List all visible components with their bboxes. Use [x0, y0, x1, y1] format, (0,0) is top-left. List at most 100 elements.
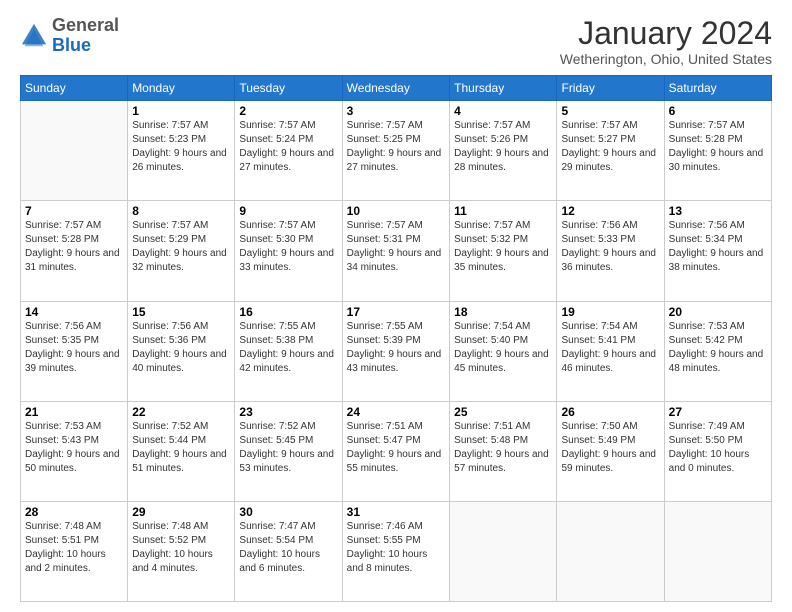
day-info: Sunrise: 7:52 AMSunset: 5:45 PMDaylight:… — [239, 420, 337, 476]
cell-w4-d2: 30Sunrise: 7:47 AMSunset: 5:54 PMDayligh… — [235, 501, 342, 601]
cell-w2-d1: 15Sunrise: 7:56 AMSunset: 5:36 PMDayligh… — [128, 301, 235, 401]
week-row-3: 14Sunrise: 7:56 AMSunset: 5:35 PMDayligh… — [21, 301, 772, 401]
day-info: Sunrise: 7:57 AMSunset: 5:28 PMDaylight:… — [669, 119, 767, 175]
cell-w1-d3: 10Sunrise: 7:57 AMSunset: 5:31 PMDayligh… — [342, 201, 450, 301]
day-number: 13 — [669, 204, 767, 218]
day-number: 29 — [132, 505, 230, 519]
day-info: Sunrise: 7:47 AMSunset: 5:54 PMDaylight:… — [239, 520, 337, 576]
day-info: Sunrise: 7:54 AMSunset: 5:40 PMDaylight:… — [454, 320, 552, 376]
cell-w0-d1: 1Sunrise: 7:57 AMSunset: 5:23 PMDaylight… — [128, 101, 235, 201]
cell-w1-d5: 12Sunrise: 7:56 AMSunset: 5:33 PMDayligh… — [557, 201, 664, 301]
day-number: 3 — [347, 104, 446, 118]
day-info: Sunrise: 7:57 AMSunset: 5:29 PMDaylight:… — [132, 219, 230, 275]
week-row-2: 7Sunrise: 7:57 AMSunset: 5:28 PMDaylight… — [21, 201, 772, 301]
page: General Blue January 2024 Wetherington, … — [0, 0, 792, 612]
week-row-1: 1Sunrise: 7:57 AMSunset: 5:23 PMDaylight… — [21, 101, 772, 201]
day-info: Sunrise: 7:54 AMSunset: 5:41 PMDaylight:… — [561, 320, 659, 376]
cell-w3-d6: 27Sunrise: 7:49 AMSunset: 5:50 PMDayligh… — [664, 401, 771, 501]
day-number: 8 — [132, 204, 230, 218]
day-info: Sunrise: 7:51 AMSunset: 5:48 PMDaylight:… — [454, 420, 552, 476]
header: General Blue January 2024 Wetherington, … — [20, 16, 772, 67]
day-number: 22 — [132, 405, 230, 419]
week-row-4: 21Sunrise: 7:53 AMSunset: 5:43 PMDayligh… — [21, 401, 772, 501]
day-info: Sunrise: 7:46 AMSunset: 5:55 PMDaylight:… — [347, 520, 446, 576]
day-info: Sunrise: 7:53 AMSunset: 5:42 PMDaylight:… — [669, 320, 767, 376]
day-info: Sunrise: 7:49 AMSunset: 5:50 PMDaylight:… — [669, 420, 767, 476]
logo: General Blue — [20, 16, 119, 56]
cell-w4-d6 — [664, 501, 771, 601]
day-number: 23 — [239, 405, 337, 419]
cell-w4-d5 — [557, 501, 664, 601]
cell-w1-d4: 11Sunrise: 7:57 AMSunset: 5:32 PMDayligh… — [450, 201, 557, 301]
day-number: 19 — [561, 305, 659, 319]
cell-w1-d2: 9Sunrise: 7:57 AMSunset: 5:30 PMDaylight… — [235, 201, 342, 301]
cell-w3-d0: 21Sunrise: 7:53 AMSunset: 5:43 PMDayligh… — [21, 401, 128, 501]
day-number: 1 — [132, 104, 230, 118]
col-wednesday: Wednesday — [342, 76, 450, 101]
day-info: Sunrise: 7:55 AMSunset: 5:39 PMDaylight:… — [347, 320, 446, 376]
day-number: 24 — [347, 405, 446, 419]
day-info: Sunrise: 7:57 AMSunset: 5:24 PMDaylight:… — [239, 119, 337, 175]
col-monday: Monday — [128, 76, 235, 101]
day-number: 28 — [25, 505, 123, 519]
day-number: 18 — [454, 305, 552, 319]
day-info: Sunrise: 7:56 AMSunset: 5:35 PMDaylight:… — [25, 320, 123, 376]
day-number: 15 — [132, 305, 230, 319]
day-info: Sunrise: 7:56 AMSunset: 5:33 PMDaylight:… — [561, 219, 659, 275]
cell-w0-d0 — [21, 101, 128, 201]
calendar-table: Sunday Monday Tuesday Wednesday Thursday… — [20, 75, 772, 602]
day-info: Sunrise: 7:57 AMSunset: 5:32 PMDaylight:… — [454, 219, 552, 275]
col-thursday: Thursday — [450, 76, 557, 101]
cell-w2-d0: 14Sunrise: 7:56 AMSunset: 5:35 PMDayligh… — [21, 301, 128, 401]
day-info: Sunrise: 7:57 AMSunset: 5:28 PMDaylight:… — [25, 219, 123, 275]
day-info: Sunrise: 7:56 AMSunset: 5:34 PMDaylight:… — [669, 219, 767, 275]
day-number: 14 — [25, 305, 123, 319]
col-saturday: Saturday — [664, 76, 771, 101]
cell-w3-d2: 23Sunrise: 7:52 AMSunset: 5:45 PMDayligh… — [235, 401, 342, 501]
cell-w4-d1: 29Sunrise: 7:48 AMSunset: 5:52 PMDayligh… — [128, 501, 235, 601]
day-info: Sunrise: 7:48 AMSunset: 5:51 PMDaylight:… — [25, 520, 123, 576]
cell-w3-d5: 26Sunrise: 7:50 AMSunset: 5:49 PMDayligh… — [557, 401, 664, 501]
day-info: Sunrise: 7:57 AMSunset: 5:30 PMDaylight:… — [239, 219, 337, 275]
day-number: 21 — [25, 405, 123, 419]
logo-blue-text: Blue — [52, 35, 91, 55]
day-info: Sunrise: 7:53 AMSunset: 5:43 PMDaylight:… — [25, 420, 123, 476]
day-number: 10 — [347, 204, 446, 218]
week-row-5: 28Sunrise: 7:48 AMSunset: 5:51 PMDayligh… — [21, 501, 772, 601]
title-section: January 2024 Wetherington, Ohio, United … — [560, 16, 772, 67]
cell-w0-d3: 3Sunrise: 7:57 AMSunset: 5:25 PMDaylight… — [342, 101, 450, 201]
cell-w3-d3: 24Sunrise: 7:51 AMSunset: 5:47 PMDayligh… — [342, 401, 450, 501]
cell-w1-d0: 7Sunrise: 7:57 AMSunset: 5:28 PMDaylight… — [21, 201, 128, 301]
header-row: Sunday Monday Tuesday Wednesday Thursday… — [21, 76, 772, 101]
day-info: Sunrise: 7:57 AMSunset: 5:27 PMDaylight:… — [561, 119, 659, 175]
logo-icon — [20, 22, 48, 50]
day-number: 27 — [669, 405, 767, 419]
location: Wetherington, Ohio, United States — [560, 51, 772, 67]
cell-w2-d4: 18Sunrise: 7:54 AMSunset: 5:40 PMDayligh… — [450, 301, 557, 401]
day-number: 12 — [561, 204, 659, 218]
day-number: 26 — [561, 405, 659, 419]
cell-w2-d3: 17Sunrise: 7:55 AMSunset: 5:39 PMDayligh… — [342, 301, 450, 401]
col-friday: Friday — [557, 76, 664, 101]
day-number: 25 — [454, 405, 552, 419]
day-info: Sunrise: 7:50 AMSunset: 5:49 PMDaylight:… — [561, 420, 659, 476]
col-sunday: Sunday — [21, 76, 128, 101]
day-info: Sunrise: 7:55 AMSunset: 5:38 PMDaylight:… — [239, 320, 337, 376]
day-info: Sunrise: 7:56 AMSunset: 5:36 PMDaylight:… — [132, 320, 230, 376]
cell-w0-d6: 6Sunrise: 7:57 AMSunset: 5:28 PMDaylight… — [664, 101, 771, 201]
month-title: January 2024 — [560, 16, 772, 51]
cell-w0-d5: 5Sunrise: 7:57 AMSunset: 5:27 PMDaylight… — [557, 101, 664, 201]
day-number: 17 — [347, 305, 446, 319]
day-number: 30 — [239, 505, 337, 519]
day-number: 16 — [239, 305, 337, 319]
cell-w3-d1: 22Sunrise: 7:52 AMSunset: 5:44 PMDayligh… — [128, 401, 235, 501]
day-info: Sunrise: 7:57 AMSunset: 5:25 PMDaylight:… — [347, 119, 446, 175]
cell-w4-d4 — [450, 501, 557, 601]
day-number: 31 — [347, 505, 446, 519]
day-info: Sunrise: 7:57 AMSunset: 5:23 PMDaylight:… — [132, 119, 230, 175]
day-number: 7 — [25, 204, 123, 218]
day-number: 9 — [239, 204, 337, 218]
day-number: 4 — [454, 104, 552, 118]
cell-w2-d6: 20Sunrise: 7:53 AMSunset: 5:42 PMDayligh… — [664, 301, 771, 401]
cell-w2-d2: 16Sunrise: 7:55 AMSunset: 5:38 PMDayligh… — [235, 301, 342, 401]
